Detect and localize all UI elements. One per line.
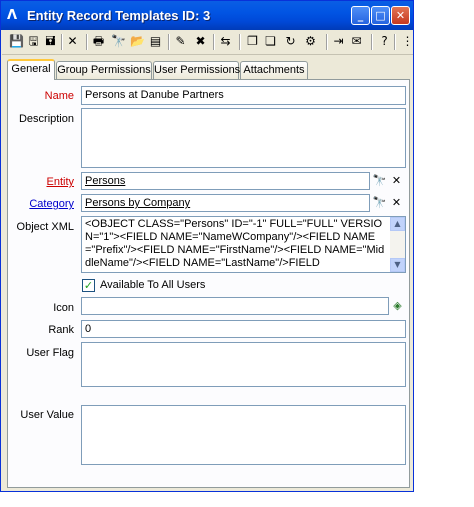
object-xml-text: <OBJECT CLASS="Persons" ID="-1" FULL="FU… [85,218,385,269]
toolbar: 💾 🖫 🖬 ✕ 🖶 🔭 📂 ▤ ✎ ✖ ⇆ ❐ ❏ ↻ ⚙ ⇥ ✉? ⋮ [2,30,416,55]
paste-icon[interactable]: ❏ [262,33,279,50]
icon-label: Icon [53,302,74,314]
entity-label[interactable]: Entity [8,176,74,188]
toolbar-separator [239,34,241,50]
icon-picker-icon[interactable]: ◈ [390,298,405,313]
category-field[interactable]: Persons by Company [81,194,370,212]
user-value-field[interactable] [81,405,406,465]
rank-field[interactable]: 0 [81,320,406,338]
report-icon[interactable]: ▤ [147,33,164,50]
entity-find-icon[interactable]: 🔭 [372,173,387,188]
app-logo-icon: Λ [7,8,18,23]
tab-attachments[interactable]: Attachments [240,61,308,79]
name-label: Name [44,90,74,102]
available-to-all-label[interactable]: Available To All Users [100,279,205,291]
save-new-icon[interactable]: 🖫 [25,33,42,50]
user-flag-field[interactable] [81,342,406,387]
name-field[interactable]: Persons at Danube Partners [81,86,406,105]
tab-general[interactable]: General [7,59,55,80]
find-icon[interactable]: 🔭 [110,33,127,50]
close-button[interactable]: ✕ [391,6,410,25]
entity-field[interactable]: Persons [81,172,370,190]
category-label[interactable]: Category [8,198,74,210]
toolbar-separator [61,34,63,50]
object-xml-label: Object XML [16,221,74,233]
toolbar-separator [168,34,170,50]
note-icon[interactable]: ✉ [348,33,365,50]
icon-field[interactable] [81,297,389,315]
save-close-icon[interactable]: 🖬 [42,33,59,50]
user-value-label: User Value [20,409,74,421]
category-find-icon[interactable]: 🔭 [372,195,387,210]
window-title: Entity Record Templates ID: 3 [27,8,211,23]
rank-label: Rank [48,324,74,336]
print-icon[interactable]: 🖶 [90,33,107,50]
maximize-button[interactable]: □ [371,6,390,25]
delete-record-icon[interactable]: ✖ [192,33,209,50]
copy-icon[interactable]: ❐ [244,33,261,50]
delete-icon[interactable]: ✕ [64,33,81,50]
new-record-icon[interactable]: ✎ [172,33,189,50]
attach-icon[interactable]: ⇥ [330,33,347,50]
scroll-down-icon[interactable]: ▼ [390,258,405,272]
toolbar-separator [394,34,396,50]
xml-scrollbar[interactable]: ▲ ▼ [390,217,405,272]
settings-icon[interactable]: ⚙ [302,33,319,50]
general-panel: Name Description Entity Category Object … [7,79,410,488]
description-label: Description [18,113,74,125]
title-bar[interactable]: Λ Entity Record Templates ID: 3 _ □ ✕ [1,1,413,30]
more-icon[interactable]: ⋮ [399,33,416,50]
object-xml-field[interactable]: <OBJECT CLASS="Persons" ID="-1" FULL="FU… [81,216,406,273]
user-flag-label: User Flag [26,347,74,359]
toolbar-separator [213,34,215,50]
toolbar-separator [86,34,88,50]
category-clear-icon[interactable]: ✕ [389,195,404,210]
toolbar-separator [371,34,373,50]
scroll-up-icon[interactable]: ▲ [390,217,405,231]
link-icon[interactable]: ⇆ [217,33,234,50]
entity-clear-icon[interactable]: ✕ [389,173,404,188]
toolbar-separator [326,34,328,50]
save-icon[interactable]: 💾 [8,33,25,50]
description-field[interactable] [81,108,406,168]
entity-record-templates-window: Λ Entity Record Templates ID: 3 _ □ ✕ 💾 🖫… [0,0,414,492]
tab-user-permissions[interactable]: User Permissions [153,61,240,79]
open-folder-icon[interactable]: 📂 [129,33,146,50]
refresh-icon[interactable]: ↻ [282,33,299,50]
tab-group-permissions[interactable]: Group Permissions [56,61,152,79]
minimize-button[interactable]: _ [351,6,370,25]
help-icon[interactable]: ? [376,33,393,50]
available-to-all-checkbox[interactable]: ✓ [82,279,95,292]
